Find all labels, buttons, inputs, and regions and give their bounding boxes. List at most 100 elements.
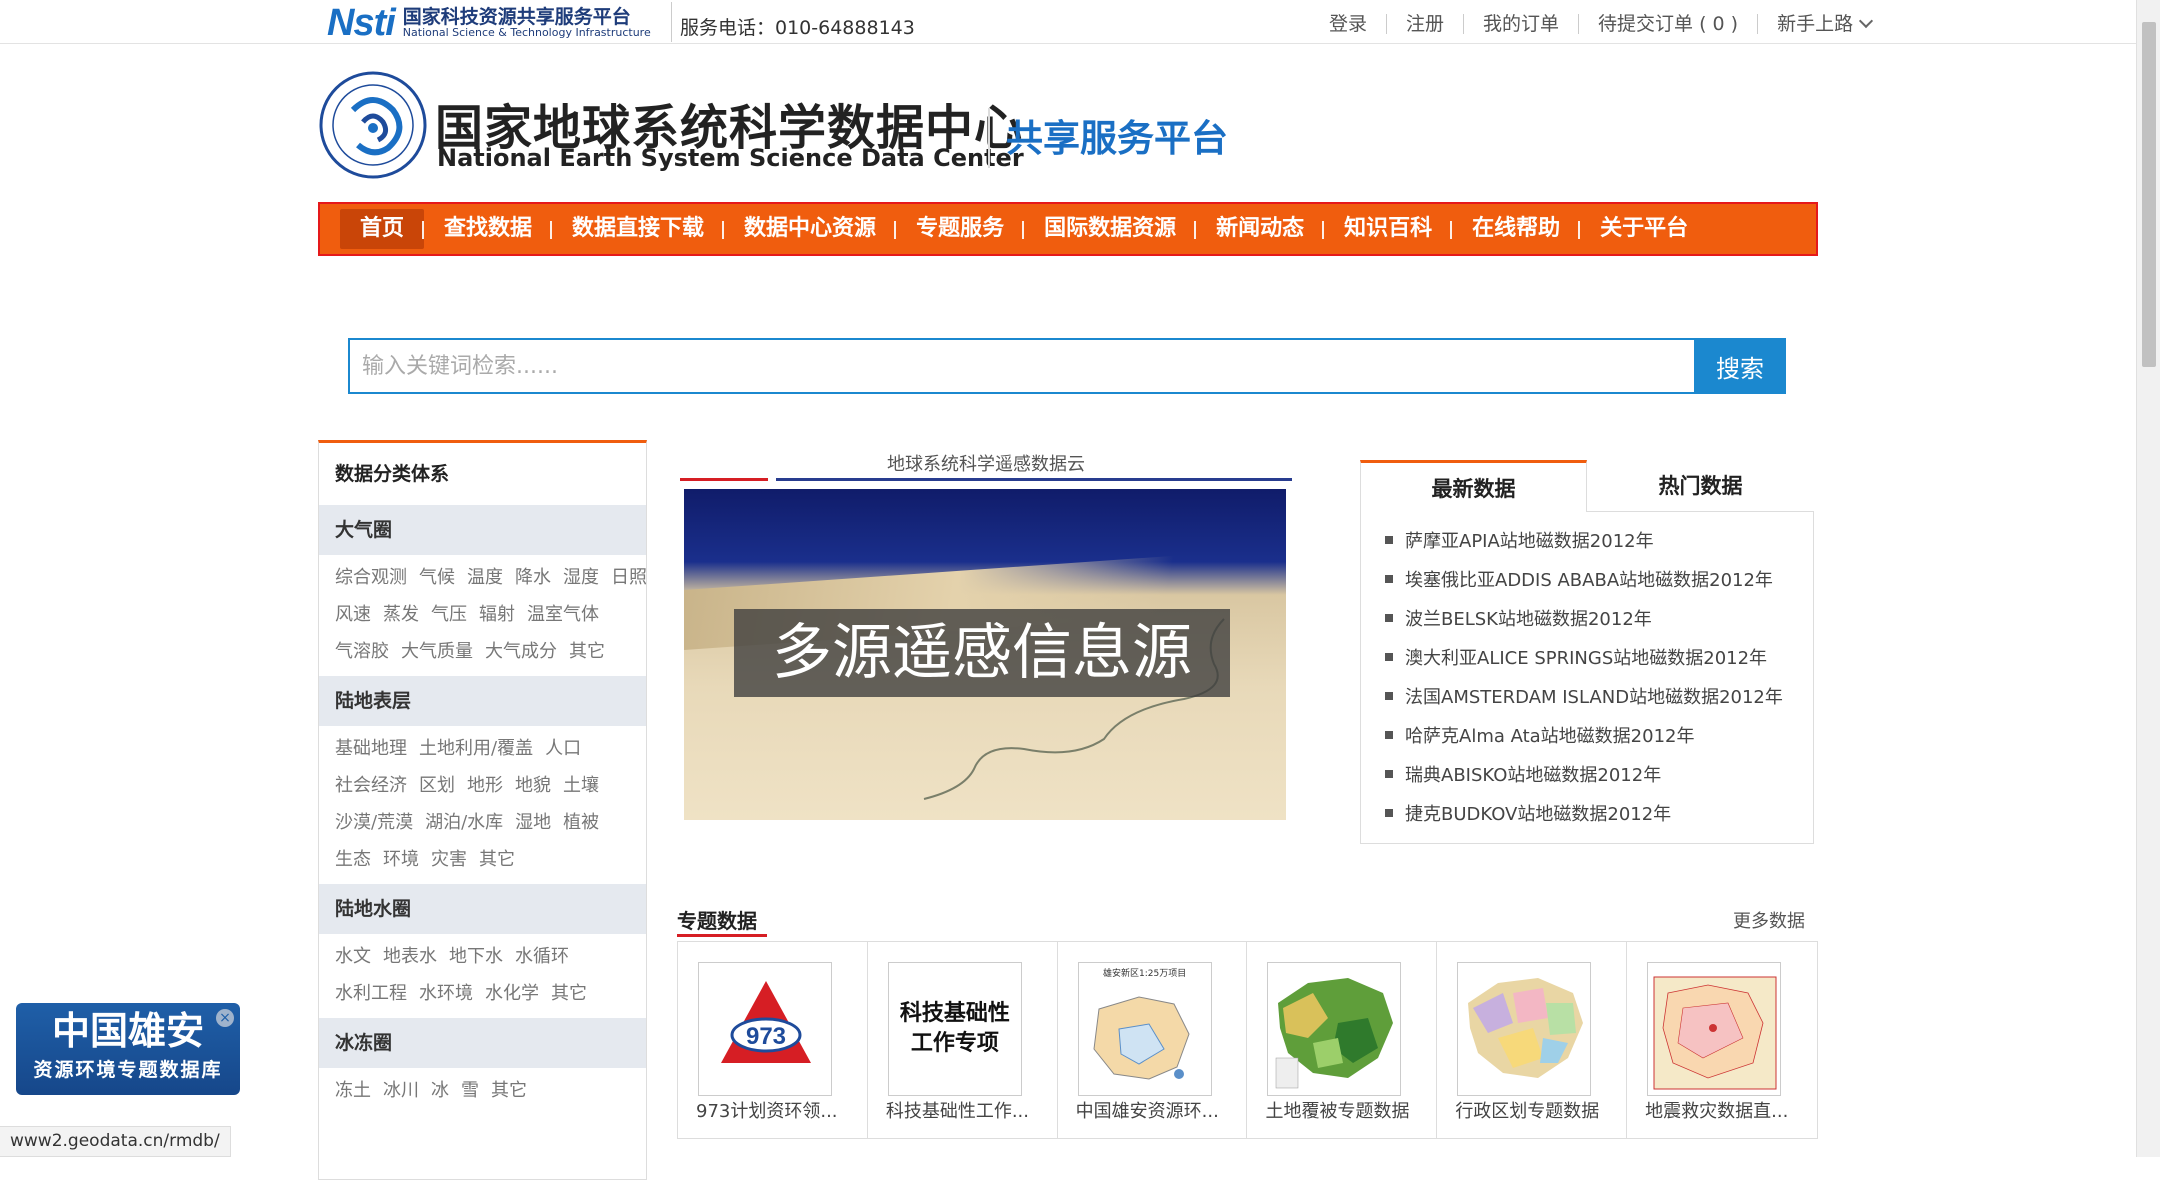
list-item-label: 埃塞俄比亚ADDIS ABABA站地磁数据2012年: [1405, 570, 1773, 591]
beginner-guide-menu[interactable]: 新手上路: [1757, 13, 1890, 34]
category-link[interactable]: 人口: [545, 738, 581, 759]
category-link[interactable]: 沙漠/荒漠: [335, 812, 413, 833]
special-card-xiongan[interactable]: 雄安新区1:25万项目 中国雄安资源环...: [1058, 942, 1248, 1138]
category-link[interactable]: 其它: [491, 1080, 527, 1101]
list-item[interactable]: 哈萨克Alma Ata站地磁数据2012年: [1361, 717, 1813, 756]
category-land-hydrosphere[interactable]: 陆地水圈: [319, 884, 646, 934]
list-item[interactable]: 法国AMSTERDAM ISLAND站地磁数据2012年: [1361, 678, 1813, 717]
list-item[interactable]: 澳大利亚ALICE SPRINGS站地磁数据2012年: [1361, 639, 1813, 678]
category-link[interactable]: 其它: [479, 849, 515, 870]
list-item[interactable]: 捷克BUDKOV站地磁数据2012年: [1361, 795, 1813, 834]
category-link[interactable]: 湖泊/水库: [425, 812, 503, 833]
category-link[interactable]: 水环境: [419, 983, 473, 1004]
list-item[interactable]: 萨摩亚APIA站地磁数据2012年: [1361, 522, 1813, 561]
category-link[interactable]: 冻土: [335, 1080, 371, 1101]
list-item[interactable]: 埃塞俄比亚ADDIS ABABA站地磁数据2012年: [1361, 561, 1813, 600]
category-link[interactable]: 地下水: [449, 946, 503, 967]
category-link[interactable]: 其它: [569, 641, 605, 662]
category-link[interactable]: 水循环: [515, 946, 569, 967]
category-link[interactable]: 综合观测: [335, 567, 407, 588]
nav-news[interactable]: 新闻动态: [1194, 209, 1324, 249]
category-link[interactable]: 辐射: [479, 604, 515, 625]
category-atmosphere[interactable]: 大气圈: [319, 505, 646, 555]
category-link[interactable]: 温室气体: [527, 604, 599, 625]
tab-latest-data[interactable]: 最新数据: [1360, 460, 1587, 512]
special-card-land-cover[interactable]: 土地覆被专题数据: [1247, 942, 1438, 1138]
category-link[interactable]: 基础地理: [335, 738, 407, 759]
category-link[interactable]: 其它: [551, 983, 587, 1004]
category-link[interactable]: 大气质量: [401, 641, 473, 662]
latest-data-list: 萨摩亚APIA站地磁数据2012年 埃塞俄比亚ADDIS ABABA站地磁数据2…: [1360, 511, 1814, 844]
carousel-indicator[interactable]: [776, 478, 1292, 481]
carousel-indicator-active[interactable]: [680, 478, 768, 481]
category-link[interactable]: 风速: [335, 604, 371, 625]
map-graphic: [1653, 976, 1777, 1090]
nav-home[interactable]: 首页: [340, 209, 425, 249]
my-orders-link[interactable]: 我的订单: [1463, 14, 1578, 34]
category-link[interactable]: 水化学: [485, 983, 539, 1004]
category-link[interactable]: 蒸发: [383, 604, 419, 625]
category-link[interactable]: 温度: [467, 567, 503, 588]
nav-find-data[interactable]: 查找数据: [422, 209, 552, 249]
scrollbar-thumb[interactable]: [2142, 22, 2156, 367]
register-link[interactable]: 注册: [1386, 14, 1463, 34]
category-panel: 数据分类体系 大气圈 综合观测 气候 温度 降水 湿度 日照 风速 蒸发 气压 辐射 温室气体 气…: [318, 440, 647, 1180]
special-card-admin-division[interactable]: 行政区划专题数据: [1437, 942, 1628, 1138]
category-link[interactable]: 雪: [461, 1080, 479, 1101]
nav-international-data[interactable]: 国际数据资源: [1022, 209, 1196, 249]
category-link[interactable]: 大气成分: [485, 641, 557, 662]
nav-encyclopedia[interactable]: 知识百科: [1322, 209, 1452, 249]
search-button[interactable]: 搜索: [1694, 338, 1786, 394]
category-link[interactable]: 环境: [383, 849, 419, 870]
category-link[interactable]: 生态: [335, 849, 371, 870]
more-data-link[interactable]: 更多数据: [1733, 907, 1805, 933]
admin-division-map-thumb: [1457, 962, 1592, 1096]
nav-direct-download[interactable]: 数据直接下载: [550, 209, 724, 249]
bullet-icon: [1385, 653, 1393, 661]
category-link[interactable]: 气候: [419, 567, 455, 588]
search-input[interactable]: [348, 338, 1694, 394]
nav-center-resources[interactable]: 数据中心资源: [722, 209, 896, 249]
category-link[interactable]: 水文: [335, 946, 371, 967]
special-card-basic-work[interactable]: 科技基础性工作专项 科技基础性工作...: [868, 942, 1058, 1138]
page-scrollbar[interactable]: [2136, 0, 2160, 1157]
list-item[interactable]: 瑞典ABISKO站地磁数据2012年: [1361, 756, 1813, 795]
login-link[interactable]: 登录: [1310, 14, 1386, 34]
center-logo-icon[interactable]: [318, 70, 428, 180]
category-link[interactable]: 湿地: [515, 812, 551, 833]
category-link[interactable]: 气溶胶: [335, 641, 389, 662]
special-card-label: 973计划资环领...: [696, 1101, 838, 1122]
category-cryosphere[interactable]: 冰冻圈: [319, 1018, 646, 1068]
category-link[interactable]: 日照: [611, 567, 646, 588]
xiongan-floating-ad[interactable]: 中国雄安 资源环境专题数据库 ×: [16, 1003, 240, 1095]
bullet-icon: [1385, 731, 1393, 739]
category-link[interactable]: 冰: [431, 1080, 449, 1101]
category-link[interactable]: 湿度: [563, 567, 599, 588]
carousel-title[interactable]: 地球系统科学遥感数据云: [680, 450, 1292, 476]
category-link[interactable]: 降水: [515, 567, 551, 588]
category-link[interactable]: 土地利用/覆盖: [419, 738, 533, 759]
tab-hot-data[interactable]: 热门数据: [1587, 460, 1814, 512]
nav-topic-services[interactable]: 专题服务: [894, 209, 1024, 249]
special-card-earthquake[interactable]: 地震救灾数据直...: [1627, 942, 1817, 1138]
category-link[interactable]: 灾害: [431, 849, 467, 870]
nav-online-help[interactable]: 在线帮助: [1450, 209, 1580, 249]
list-item[interactable]: 波兰BELSK站地磁数据2012年: [1361, 600, 1813, 639]
category-link[interactable]: 冰川: [383, 1080, 419, 1101]
category-link[interactable]: 水利工程: [335, 983, 407, 1004]
category-link[interactable]: 地形: [467, 775, 503, 796]
category-link[interactable]: 植被: [563, 812, 599, 833]
category-link[interactable]: 地貌: [515, 775, 551, 796]
special-card-973[interactable]: 973 973计划资环领...: [678, 942, 868, 1138]
nav-about[interactable]: 关于平台: [1578, 209, 1708, 249]
category-land-surface[interactable]: 陆地表层: [319, 676, 646, 726]
category-link[interactable]: 气压: [431, 604, 467, 625]
carousel-image[interactable]: 多源遥感信息源: [684, 489, 1286, 820]
category-link[interactable]: 社会经济: [335, 775, 407, 796]
category-link[interactable]: 地表水: [383, 946, 437, 967]
category-link[interactable]: 区划: [419, 775, 455, 796]
category-link[interactable]: 土壤: [563, 775, 599, 796]
close-icon[interactable]: ×: [216, 1009, 234, 1027]
nsti-logo[interactable]: Nsti 国家科技资源共享服务平台 National Science & Tec…: [327, 2, 651, 44]
pending-orders-link[interactable]: 待提交订单 ( 0 ): [1578, 14, 1757, 34]
